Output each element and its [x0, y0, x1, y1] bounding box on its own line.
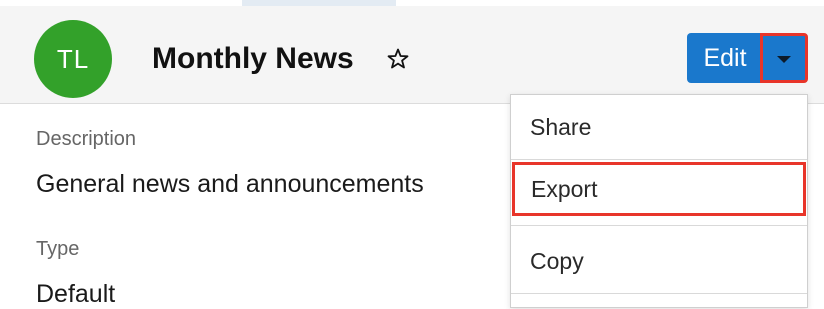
record-header: TL Monthly News Edit	[0, 6, 824, 104]
menu-item-copy-label: Copy	[530, 247, 584, 274]
description-label: Description	[36, 128, 137, 150]
menu-item-copy[interactable]: Copy	[511, 229, 807, 293]
menu-item-share[interactable]: Share	[511, 95, 807, 159]
menu-item-export-label: Export	[531, 175, 598, 202]
menu-divider	[511, 159, 807, 160]
actions-dropdown-menu: Share Export Copy	[510, 94, 808, 308]
star-outline-icon[interactable]	[386, 47, 410, 71]
description-value: General news and announcements	[36, 170, 424, 198]
menu-item-share-label: Share	[530, 113, 592, 140]
avatar: TL	[34, 20, 112, 98]
caret-down-icon	[777, 56, 791, 63]
page-title: Monthly News	[152, 42, 354, 75]
edit-button-label: Edit	[703, 43, 747, 72]
type-label: Type	[36, 238, 80, 260]
menu-item-export[interactable]: Export	[512, 162, 806, 216]
edit-button[interactable]: Edit	[687, 33, 763, 83]
avatar-initials: TL	[56, 43, 90, 74]
menu-divider	[511, 293, 807, 294]
type-value: Default	[36, 280, 116, 308]
menu-divider	[511, 225, 807, 226]
actions-dropdown-button[interactable]	[760, 33, 808, 83]
